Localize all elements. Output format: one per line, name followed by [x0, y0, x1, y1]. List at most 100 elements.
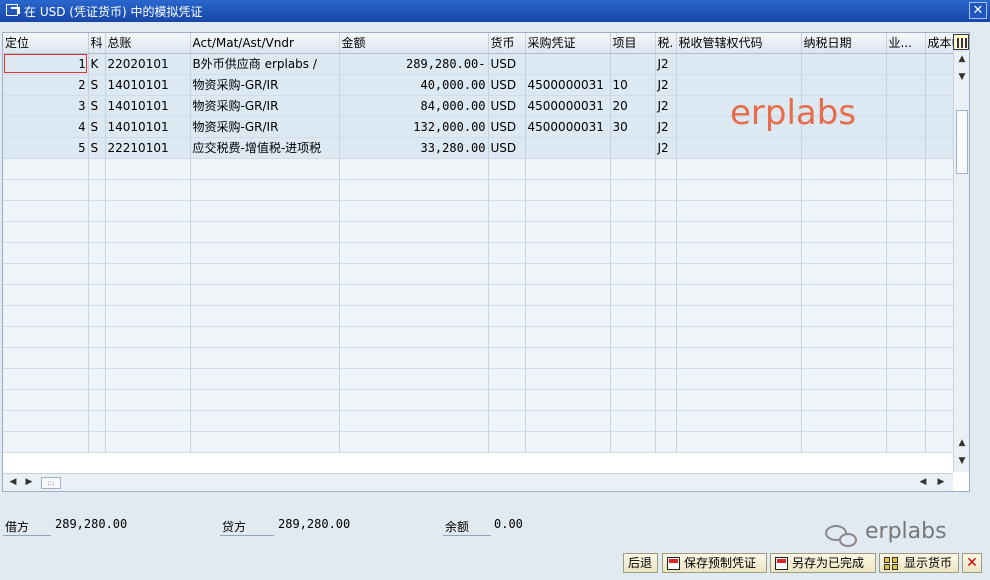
- table-cell[interactable]: [886, 368, 926, 390]
- table-cell[interactable]: [655, 158, 677, 180]
- table-row[interactable]: 2 S 14010101 物资采购-GR/IR 40,000.00 USD 45000000…: [3, 74, 967, 96]
- table-cell[interactable]: [190, 347, 340, 369]
- table-cell[interactable]: [3, 200, 89, 222]
- table-cell[interactable]: [525, 242, 611, 264]
- table-cell[interactable]: [610, 200, 656, 222]
- table-cell[interactable]: 14010101: [105, 74, 191, 96]
- table-cell[interactable]: [105, 179, 191, 201]
- table-cell[interactable]: [801, 263, 887, 285]
- column-header-1[interactable]: 科: [88, 33, 106, 54]
- table-cell[interactable]: [676, 221, 802, 243]
- table-cell[interactable]: [488, 410, 526, 432]
- table-cell[interactable]: [886, 179, 926, 201]
- table-cell[interactable]: [3, 242, 89, 264]
- table-cell[interactable]: [801, 179, 887, 201]
- column-header-3[interactable]: Act/Mat/Ast/Vndr: [190, 33, 340, 54]
- table-cell[interactable]: [190, 389, 340, 411]
- scroll-page-down-icon[interactable]: ▼: [954, 454, 969, 469]
- table-cell[interactable]: [488, 326, 526, 348]
- table-row[interactable]: [3, 242, 967, 264]
- table-cell[interactable]: [886, 305, 926, 327]
- table-cell[interactable]: [801, 284, 887, 306]
- table-cell[interactable]: [105, 284, 191, 306]
- table-cell[interactable]: [339, 368, 489, 390]
- table-cell[interactable]: [105, 221, 191, 243]
- table-cell[interactable]: [3, 347, 89, 369]
- table-cell[interactable]: [190, 368, 340, 390]
- table-cell[interactable]: [801, 305, 887, 327]
- column-header-4[interactable]: 金额: [339, 33, 489, 54]
- table-cell[interactable]: 84,000.00: [339, 95, 489, 117]
- table-cell[interactable]: [525, 200, 611, 222]
- table-cell[interactable]: B外币供应商 erplabs /: [190, 53, 340, 75]
- table-cell[interactable]: 3: [3, 95, 89, 117]
- table-cell[interactable]: [190, 263, 340, 285]
- table-row[interactable]: [3, 158, 967, 180]
- table-row[interactable]: [3, 200, 967, 222]
- table-row[interactable]: [3, 179, 967, 201]
- table-cell[interactable]: [190, 284, 340, 306]
- table-cell[interactable]: [488, 284, 526, 306]
- table-cell[interactable]: [655, 242, 677, 264]
- table-cell[interactable]: [676, 179, 802, 201]
- column-header-8[interactable]: 税.: [655, 33, 677, 54]
- table-cell[interactable]: S: [88, 74, 106, 96]
- table-row[interactable]: [3, 368, 967, 390]
- save-as-completed-button[interactable]: 另存为已完成: [770, 553, 876, 573]
- table-cell[interactable]: [801, 158, 887, 180]
- save-parked-button[interactable]: 保存预制凭证: [662, 553, 767, 573]
- table-cell[interactable]: [339, 410, 489, 432]
- table-cell[interactable]: [676, 410, 802, 432]
- table-cell[interactable]: [655, 368, 677, 390]
- table-cell[interactable]: 应交税费-增值税-进项税: [190, 137, 340, 159]
- table-cell[interactable]: [801, 242, 887, 264]
- table-row[interactable]: [3, 221, 967, 243]
- table-cell[interactable]: [801, 200, 887, 222]
- table-cell[interactable]: [190, 179, 340, 201]
- table-cell[interactable]: [610, 284, 656, 306]
- table-cell[interactable]: 4500000031: [525, 95, 611, 117]
- horizontal-scroll-thumb[interactable]: :::: [41, 477, 61, 489]
- table-cell[interactable]: 4500000031: [525, 116, 611, 138]
- table-cell[interactable]: [525, 158, 611, 180]
- table-cell[interactable]: [886, 347, 926, 369]
- table-cell[interactable]: [88, 410, 106, 432]
- table-cell[interactable]: 132,000.00: [339, 116, 489, 138]
- table-cell[interactable]: [190, 410, 340, 432]
- scroll-far-left-icon[interactable]: ◀: [915, 475, 931, 490]
- table-cell[interactable]: [190, 431, 340, 453]
- table-cell[interactable]: [655, 347, 677, 369]
- table-cell[interactable]: J2: [655, 95, 677, 117]
- table-cell[interactable]: [88, 200, 106, 222]
- table-cell[interactable]: [801, 389, 887, 411]
- table-cell[interactable]: [339, 158, 489, 180]
- table-cell[interactable]: [88, 305, 106, 327]
- table-cell[interactable]: [190, 200, 340, 222]
- table-cell[interactable]: 22210101: [105, 137, 191, 159]
- column-header-9[interactable]: 税收管辖权代码: [676, 33, 802, 54]
- table-cell[interactable]: [655, 221, 677, 243]
- table-cell[interactable]: [88, 431, 106, 453]
- table-cell[interactable]: [3, 326, 89, 348]
- scroll-far-right-icon[interactable]: ▶: [933, 475, 949, 490]
- table-cell[interactable]: [105, 242, 191, 264]
- table-cell[interactable]: [886, 95, 926, 117]
- table-cell[interactable]: 14010101: [105, 95, 191, 117]
- table-cell[interactable]: [610, 158, 656, 180]
- table-cell[interactable]: [3, 221, 89, 243]
- table-cell[interactable]: 40,000.00: [339, 74, 489, 96]
- table-cell[interactable]: [886, 116, 926, 138]
- table-cell[interactable]: USD: [488, 53, 526, 75]
- table-cell[interactable]: 33,280.00: [339, 137, 489, 159]
- table-cell[interactable]: [610, 137, 656, 159]
- table-cell[interactable]: [488, 221, 526, 243]
- table-cell[interactable]: [3, 389, 89, 411]
- table-cell[interactable]: S: [88, 95, 106, 117]
- table-cell[interactable]: 20: [610, 95, 656, 117]
- table-row[interactable]: [3, 389, 967, 411]
- table-cell[interactable]: [3, 179, 89, 201]
- show-currency-button[interactable]: 显示货币: [879, 553, 959, 573]
- table-cell[interactable]: [655, 431, 677, 453]
- table-cell[interactable]: [676, 74, 802, 96]
- table-cell[interactable]: [339, 347, 489, 369]
